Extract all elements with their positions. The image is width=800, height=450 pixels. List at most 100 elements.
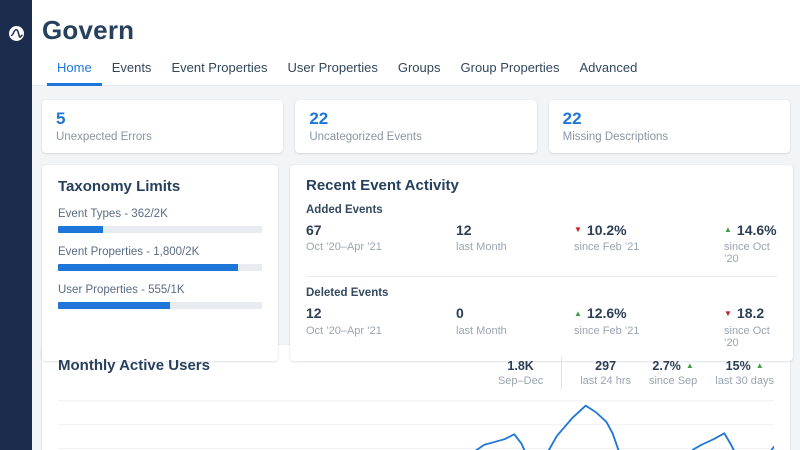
stat-value-text: 15%: [726, 359, 751, 373]
card-title: Taxonomy Limits: [58, 178, 262, 195]
stat-label: Missing Descriptions: [563, 131, 776, 143]
stat-value: 1.8K: [498, 359, 543, 373]
stat-label: last 30 days: [715, 375, 774, 387]
tab-advanced[interactable]: Advanced: [570, 55, 648, 86]
stat-value-text: 18.2: [737, 304, 764, 322]
monthly-active-users-card: Monthly Active Users 1.8K Sep–Dec 297 la…: [42, 345, 790, 450]
section-divider: [306, 276, 777, 277]
tab-home[interactable]: Home: [47, 55, 102, 86]
stat-col: 15% ▲ last 30 days: [715, 359, 774, 387]
added-events-stats: 67 Oct ’20–Apr ’21 12 last Month ▼ 10.2%: [306, 221, 777, 265]
stat-label: Oct ’20–Apr ’21: [306, 241, 456, 253]
stat-label: since Oct ’20: [724, 325, 777, 349]
stat-value: ▲ 12.6%: [574, 304, 724, 322]
stat-value-text: 14.6%: [737, 221, 777, 239]
app-root: Govern Home Events Event Properties User…: [0, 0, 800, 450]
stat-col: ▼ 10.2% since Feb ’21: [574, 221, 724, 265]
stat-label: since Feb ’21: [574, 241, 724, 253]
page-header: Govern Home Events Event Properties User…: [32, 0, 800, 86]
added-events-heading: Added Events: [306, 204, 777, 216]
stat-value: ▲ 14.6%: [724, 221, 777, 239]
trend-down-icon: ▼: [574, 226, 582, 234]
stat-col: 1.8K Sep–Dec: [498, 359, 543, 387]
tab-bar: Home Events Event Properties User Proper…: [42, 55, 784, 85]
stat-label: last Month: [456, 325, 574, 337]
mau-chart-area: [58, 398, 774, 450]
stat-col: ▲ 14.6% since Oct ’20: [724, 221, 777, 265]
trend-up-icon: ▲: [724, 226, 732, 234]
stat-value: 22: [309, 108, 522, 129]
progress-bar-track: [58, 226, 262, 233]
stat-value: 0: [456, 304, 574, 322]
stat-card-missing-descriptions[interactable]: 22 Missing Descriptions: [549, 100, 790, 153]
sidebar: [0, 0, 32, 450]
mau-line-chart[interactable]: [58, 398, 774, 450]
stat-label: last Month: [456, 241, 574, 253]
progress-bar-fill: [58, 226, 103, 233]
taxonomy-item-label: User Properties - 555/1K: [58, 284, 262, 296]
deleted-events-heading: Deleted Events: [306, 287, 777, 299]
stat-col: 2.7% ▲ since Sep: [649, 359, 697, 387]
amplitude-wave-glyph: [9, 26, 24, 41]
amplitude-logo-icon[interactable]: [9, 26, 24, 41]
stat-card-uncategorized-events[interactable]: 22 Uncategorized Events: [295, 100, 536, 153]
main-column: Govern Home Events Event Properties User…: [32, 0, 800, 450]
trend-up-icon: ▲: [686, 362, 694, 370]
taxonomy-item-user-properties: User Properties - 555/1K: [58, 284, 262, 309]
stat-col: 67 Oct ’20–Apr ’21: [306, 221, 456, 265]
taxonomy-limits-card: Taxonomy Limits Event Types - 362/2K Eve…: [42, 165, 278, 360]
stat-col: 12 last Month: [456, 221, 574, 265]
stat-label: since Sep: [649, 375, 697, 387]
stat-label: since Oct ’20: [724, 241, 777, 265]
stat-col: 12 Oct ’20–Apr ’21: [306, 304, 456, 348]
stat-label: Unexpected Errors: [56, 131, 269, 143]
mau-header: Monthly Active Users 1.8K Sep–Dec 297 la…: [58, 357, 774, 389]
stat-col: 0 last Month: [456, 304, 574, 348]
stat-value-text: 12.6%: [587, 304, 627, 322]
deleted-events-stats: 12 Oct ’20–Apr ’21 0 last Month ▲ 12.6%: [306, 304, 777, 348]
stat-col: ▲ 12.6% since Feb ’21: [574, 304, 724, 348]
stat-value: 67: [306, 221, 456, 239]
taxonomy-item-label: Event Types - 362/2K: [58, 208, 262, 220]
taxonomy-item-label: Event Properties - 1,800/2K: [58, 246, 262, 258]
trend-down-icon: ▼: [724, 310, 732, 318]
stat-label: Sep–Dec: [498, 375, 543, 387]
stat-value-text: 10.2%: [587, 221, 627, 239]
card-title: Recent Event Activity: [306, 177, 777, 194]
stat-value: 297: [580, 359, 631, 373]
vertical-divider: [561, 357, 562, 389]
recent-event-activity-card: Recent Event Activity Added Events 67 Oc…: [290, 165, 793, 360]
stat-label: Oct ’20–Apr ’21: [306, 325, 456, 337]
content-area: 5 Unexpected Errors 22 Uncategorized Eve…: [32, 86, 800, 450]
progress-bar-track: [58, 264, 262, 271]
stat-value: 5: [56, 108, 269, 129]
tab-event-properties[interactable]: Event Properties: [161, 55, 277, 86]
stat-value: ▼ 18.2: [724, 304, 777, 322]
progress-bar-fill: [58, 264, 238, 271]
stat-value: 15% ▲: [715, 359, 774, 373]
page-title: Govern: [42, 15, 784, 46]
tab-events[interactable]: Events: [102, 55, 162, 86]
stat-card-unexpected-errors[interactable]: 5 Unexpected Errors: [42, 100, 283, 153]
card-title: Monthly Active Users: [58, 357, 210, 374]
stat-label: Uncategorized Events: [309, 131, 522, 143]
tab-group-properties[interactable]: Group Properties: [451, 55, 570, 86]
tab-user-properties[interactable]: User Properties: [278, 55, 388, 86]
progress-bar-fill: [58, 302, 170, 309]
progress-bar-track: [58, 302, 262, 309]
tab-groups[interactable]: Groups: [388, 55, 451, 86]
stat-value: 12: [456, 221, 574, 239]
stat-label: last 24 hrs: [580, 375, 631, 387]
stat-value: ▼ 10.2%: [574, 221, 724, 239]
stat-col: ▼ 18.2 since Oct ’20: [724, 304, 777, 348]
summary-stat-row: 5 Unexpected Errors 22 Uncategorized Eve…: [42, 100, 790, 153]
mau-stats: 1.8K Sep–Dec 297 last 24 hrs 2.7% ▲: [498, 357, 774, 389]
taxonomy-item-event-properties: Event Properties - 1,800/2K: [58, 246, 262, 271]
trend-up-icon: ▲: [756, 362, 764, 370]
stat-col: 297 last 24 hrs: [580, 359, 631, 387]
stat-value: 22: [563, 108, 776, 129]
taxonomy-item-event-types: Event Types - 362/2K: [58, 208, 262, 233]
stat-value: 2.7% ▲: [649, 359, 697, 373]
middle-row: Taxonomy Limits Event Types - 362/2K Eve…: [42, 165, 790, 333]
trend-up-icon: ▲: [574, 310, 582, 318]
